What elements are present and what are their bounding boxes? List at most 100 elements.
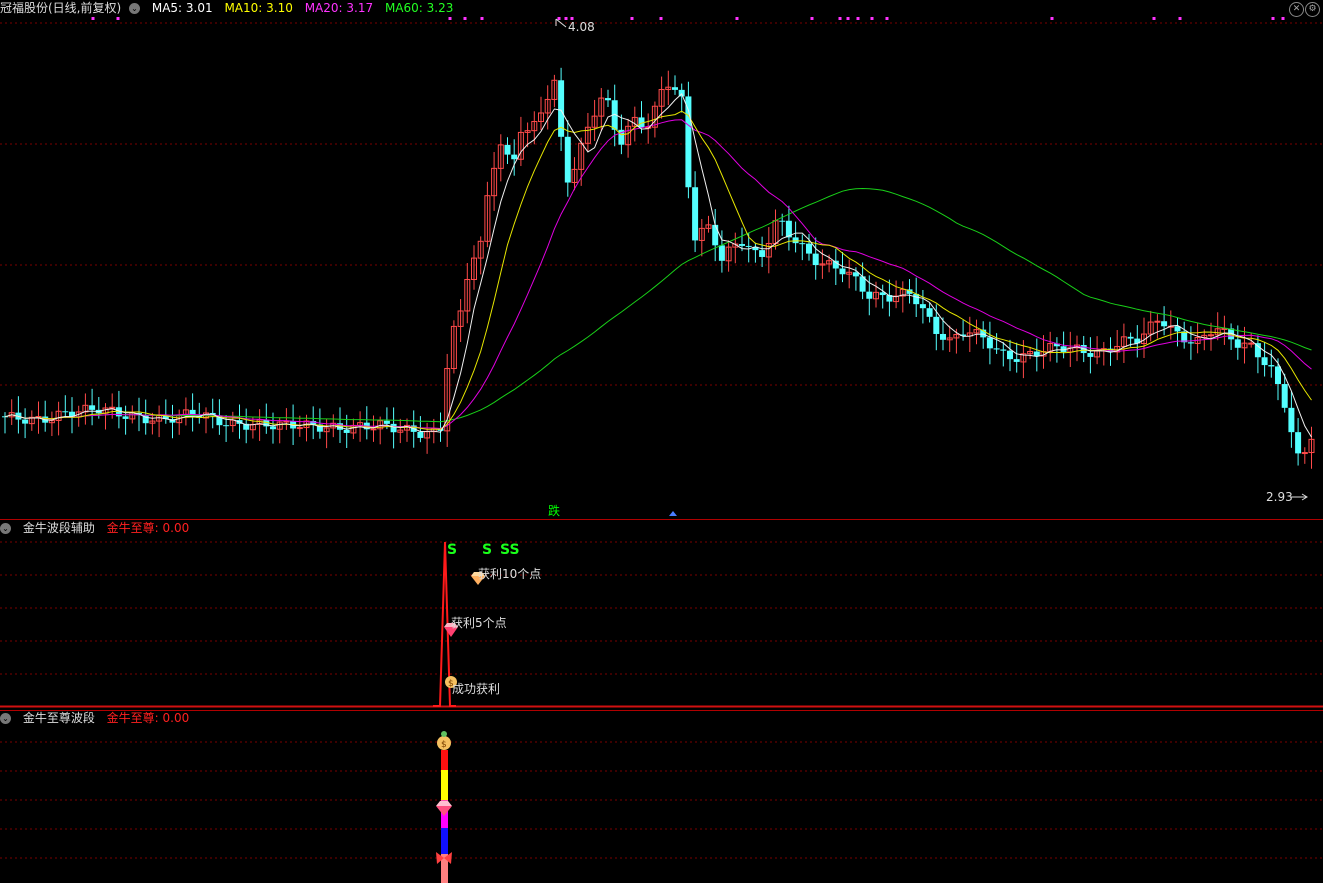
indicator-panel-1[interactable]: S S SS 获利10个点 获利5个点 $ 成功获利 bbox=[0, 520, 1323, 710]
candle-body bbox=[223, 425, 230, 427]
candle-body bbox=[1268, 365, 1275, 367]
candle-body bbox=[122, 416, 129, 419]
signal-dot bbox=[735, 17, 739, 20]
candle-body bbox=[1208, 334, 1214, 337]
candle-body bbox=[504, 144, 511, 155]
signal-dot bbox=[885, 17, 889, 20]
candle-body bbox=[1254, 343, 1261, 358]
signal-dot bbox=[448, 17, 452, 20]
high-price-label: 4.08 bbox=[568, 20, 595, 34]
candle-body bbox=[812, 253, 819, 266]
candle-body bbox=[564, 136, 571, 183]
low-price-label: 2.93 bbox=[1266, 490, 1293, 504]
signal-dot bbox=[856, 17, 860, 20]
svg-text:$: $ bbox=[441, 740, 447, 750]
candle-body bbox=[343, 429, 350, 433]
signal-dot bbox=[659, 17, 663, 20]
candle-body bbox=[62, 411, 69, 413]
candle-body bbox=[792, 237, 799, 244]
candle-body bbox=[692, 187, 699, 241]
candle-body bbox=[1301, 452, 1308, 455]
candle-body bbox=[739, 244, 745, 246]
candle-body bbox=[866, 291, 873, 299]
candle-body bbox=[22, 419, 29, 424]
candle-body bbox=[270, 426, 276, 430]
signal-dot bbox=[557, 17, 561, 20]
candle-body bbox=[745, 245, 752, 247]
signal-dot bbox=[91, 17, 95, 20]
ma20-line bbox=[4, 119, 1312, 430]
candle-body bbox=[383, 420, 390, 424]
signal-dot bbox=[116, 17, 120, 20]
signal-dots-row bbox=[91, 17, 1285, 20]
candle-body bbox=[799, 243, 806, 245]
candle-body bbox=[986, 337, 993, 349]
indicator-panel-2[interactable]: $ bbox=[0, 710, 1323, 883]
candle-body bbox=[1187, 342, 1194, 344]
candle-body bbox=[1295, 432, 1302, 454]
candle-body bbox=[370, 428, 377, 431]
candle-body bbox=[1248, 342, 1255, 345]
candle-body bbox=[390, 423, 397, 433]
money-bag-icon: $ bbox=[437, 731, 451, 750]
candle-body bbox=[779, 220, 786, 222]
signal-dot bbox=[1178, 17, 1182, 20]
candle-body bbox=[940, 333, 946, 340]
signal-ss: SS bbox=[500, 542, 520, 558]
signal-dot bbox=[838, 17, 842, 20]
signal-dot bbox=[1281, 17, 1285, 20]
candle-body bbox=[417, 431, 424, 438]
signal-dot bbox=[1271, 17, 1275, 20]
candles bbox=[2, 67, 1315, 469]
candle-body bbox=[993, 348, 1000, 350]
candle-body bbox=[89, 405, 96, 410]
candle-body bbox=[718, 245, 725, 261]
panel2-grid bbox=[0, 741, 1323, 859]
profit-10-label: 获利10个点 bbox=[478, 567, 541, 581]
candle-body bbox=[1288, 407, 1295, 433]
signal-s: S bbox=[482, 542, 492, 558]
candle-body bbox=[919, 304, 926, 309]
signal-dot bbox=[1050, 17, 1054, 20]
fall-marker: 跌 bbox=[548, 503, 560, 518]
candle-body bbox=[933, 316, 940, 334]
candle-body bbox=[759, 250, 766, 257]
candle-body bbox=[109, 406, 116, 409]
candle-body bbox=[712, 224, 719, 246]
candle-body bbox=[926, 308, 933, 317]
candle-body bbox=[1234, 339, 1241, 348]
candle-body bbox=[296, 427, 303, 430]
low-price-marker: 2.93 bbox=[1266, 490, 1308, 504]
candle-body bbox=[1161, 321, 1168, 327]
signal-dot bbox=[810, 17, 814, 20]
ma60-line bbox=[4, 187, 1312, 423]
candlestick-chart[interactable]: 4.08 2.93 跌 bbox=[0, 0, 1323, 520]
signal-dot bbox=[846, 17, 850, 20]
wave-bar bbox=[441, 750, 448, 883]
candle-body bbox=[605, 98, 611, 101]
candle-body bbox=[1261, 357, 1268, 366]
candle-body bbox=[1000, 349, 1007, 351]
candle-body bbox=[1033, 351, 1040, 357]
candle-body bbox=[1281, 384, 1288, 408]
panel1-grid bbox=[0, 541, 1323, 675]
high-price-marker: 4.08 bbox=[555, 18, 595, 34]
signal-dot bbox=[480, 17, 484, 20]
candle-body bbox=[1087, 353, 1094, 357]
candle-body bbox=[1013, 359, 1020, 362]
signal-dot bbox=[1152, 17, 1156, 20]
candle-body bbox=[839, 268, 846, 275]
candle-body bbox=[672, 87, 678, 90]
ma10-line bbox=[4, 110, 1312, 430]
signal-dot bbox=[870, 17, 874, 20]
candle-body bbox=[1154, 320, 1161, 323]
candle-body bbox=[806, 243, 812, 254]
candle-body bbox=[1007, 350, 1013, 360]
profit-5-label: 获利5个点 bbox=[451, 616, 507, 630]
candle-body bbox=[1275, 366, 1281, 385]
signal-dot bbox=[630, 17, 634, 20]
success-label: 成功获利 bbox=[452, 682, 500, 696]
gem-icon bbox=[436, 801, 452, 816]
signal-dot bbox=[463, 17, 467, 20]
signal-s: S bbox=[447, 542, 457, 558]
